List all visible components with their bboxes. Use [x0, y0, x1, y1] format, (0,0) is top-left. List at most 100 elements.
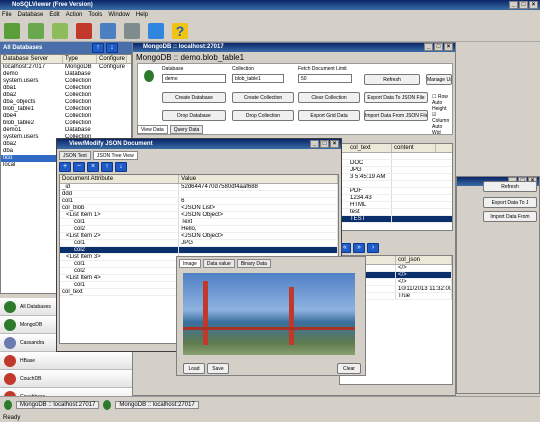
maximize-button[interactable]: □	[519, 1, 528, 9]
tree-row[interactable]: localhost:27017 MongoDB Configure DB	[1, 64, 131, 71]
json-value[interactable]: <JSON Object>	[179, 233, 338, 239]
tree-row-configure[interactable]	[97, 113, 127, 120]
tree-row[interactable]: blob_table2 Collection	[1, 120, 131, 127]
tree-row-configure[interactable]	[97, 78, 127, 85]
json-col-value[interactable]: Value	[179, 175, 338, 183]
json-value[interactable]: 6	[179, 198, 338, 204]
json-tree-row[interactable]: <List Item 2> <JSON Object>	[60, 233, 338, 240]
json-close-button[interactable]: ×	[330, 140, 339, 148]
tab-view-data[interactable]: View Data	[137, 125, 168, 134]
col-header-server[interactable]: Database Server	[1, 55, 63, 63]
tree-row[interactable]: blob_table1 Collection	[1, 106, 131, 113]
tree-row[interactable]: demo Database	[1, 71, 131, 78]
tree-row[interactable]: demo1 Database	[1, 127, 131, 134]
row-auto-height[interactable]: ☐ Row Auto Height	[432, 94, 452, 112]
tree-row-configure[interactable]	[97, 106, 127, 113]
move-down-button[interactable]: ↓	[106, 43, 118, 53]
import-json-button[interactable]: Import Data From JSON File	[364, 110, 428, 121]
export-icon[interactable]	[148, 23, 164, 39]
json-tree-row[interactable]: col2 Hello,	[60, 226, 338, 233]
minimize-button[interactable]: _	[509, 1, 518, 9]
mongo-close-button[interactable]: ×	[444, 43, 453, 51]
menu-window[interactable]: Window	[108, 10, 129, 20]
tree-row-configure[interactable]	[97, 92, 127, 99]
json-tree-row[interactable]: col1 6	[60, 198, 338, 205]
image-clear-button[interactable]: Clear	[337, 363, 361, 374]
json-tree-row[interactable]: col_blob <JSON List>	[60, 205, 338, 212]
menu-tools[interactable]: Tools	[88, 10, 102, 20]
manage-users-button[interactable]: Manage Users	[426, 74, 452, 85]
tree-row-configure[interactable]	[97, 71, 127, 78]
json-tree-row[interactable]: col2	[60, 247, 338, 254]
tab-image[interactable]: Image	[179, 259, 201, 268]
window-tab-2[interactable]: MongoDB :: localhost:27017	[115, 400, 199, 409]
delete-node-button[interactable]: ×	[87, 162, 99, 172]
json-tree-row[interactable]: col1 Text	[60, 219, 338, 226]
create-collection-button[interactable]: Create Collection	[232, 92, 294, 103]
menu-edit[interactable]: Edit	[49, 10, 59, 20]
col-header-configure[interactable]: Configure	[97, 55, 127, 63]
collection-select[interactable]: blob_table1	[232, 74, 284, 83]
tree-row-configure[interactable]	[97, 120, 127, 127]
tab-binary-data[interactable]: Binary Data	[236, 259, 271, 268]
tab-query-data[interactable]: Query Data	[169, 125, 204, 134]
delete-icon[interactable]	[76, 23, 92, 39]
tree-row[interactable]: system.users Collection	[1, 78, 131, 85]
json-max-button[interactable]: □	[320, 140, 329, 148]
menu-help[interactable]: Help	[136, 10, 148, 20]
fetch-limit-input[interactable]: 50	[298, 74, 352, 83]
disconnect-icon[interactable]	[28, 23, 44, 39]
clear-collection-button[interactable]: Clear Collection	[298, 92, 360, 103]
image-load-button[interactable]: Load	[183, 363, 205, 374]
tab-json-text[interactable]: JSON Text	[59, 151, 91, 160]
json-value[interactable]: 52d6447470d7580df4aaf688	[179, 184, 338, 190]
json-value[interactable]	[179, 191, 338, 197]
tab-data-value[interactable]: Data value	[202, 259, 235, 268]
tree-row-configure[interactable]: Configure DB	[97, 64, 127, 71]
help-icon[interactable]: ?	[172, 23, 188, 39]
json-tree-row[interactable]: _id 52d6447470d7580df4aaf688	[60, 184, 338, 191]
close-button[interactable]: ×	[529, 1, 538, 9]
tree-row-configure[interactable]	[97, 127, 127, 134]
json-value[interactable]: Hello,	[179, 226, 338, 232]
right-refresh-button[interactable]: Refresh	[483, 181, 537, 192]
menu-file[interactable]: File	[2, 10, 12, 20]
json-value[interactable]: Text	[179, 219, 338, 225]
zoom-icon[interactable]	[124, 23, 140, 39]
move-up-button[interactable]: ↑	[92, 43, 104, 53]
search-icon[interactable]	[100, 23, 116, 39]
json-tree-row[interactable]: col1 JPG	[60, 240, 338, 247]
json-tree-row[interactable]: ddd	[60, 191, 338, 198]
image-save-button[interactable]: Save	[207, 363, 229, 374]
node-down-button[interactable]: ↓	[115, 162, 127, 172]
menu-database[interactable]: Database	[18, 10, 44, 20]
db-type-item[interactable]: HBase	[0, 352, 132, 370]
add-icon[interactable]	[52, 23, 68, 39]
tree-row-configure[interactable]	[97, 99, 127, 106]
right-export-button[interactable]: Export Data To J	[483, 197, 537, 208]
connect-icon[interactable]	[4, 23, 20, 39]
lower-col-json[interactable]: col_json	[396, 256, 452, 264]
create-database-button[interactable]: Create Database	[162, 92, 226, 103]
window-tab-1[interactable]: MongoDB :: localhost:27017	[16, 400, 100, 409]
tree-row[interactable]: dba2 Collection	[1, 92, 131, 99]
tree-row[interactable]: dba1 Collection	[1, 85, 131, 92]
grid-col-content[interactable]: content	[392, 144, 436, 152]
tree-row[interactable]: dbe4 Collection	[1, 113, 131, 120]
menu-action[interactable]: Action	[66, 10, 83, 20]
drop-collection-button[interactable]: Drop Collection	[232, 110, 294, 121]
json-value[interactable]: JPG	[179, 240, 338, 246]
database-select[interactable]: demo	[162, 74, 226, 83]
json-value[interactable]	[179, 247, 338, 253]
grid-col-text[interactable]: col_text	[348, 144, 392, 152]
tree-row[interactable]: dba_objects Collection	[1, 99, 131, 106]
json-tree-row[interactable]: <List Item 1> <JSON Object>	[60, 212, 338, 219]
node-up-button[interactable]: ↑	[101, 162, 113, 172]
column-auto-width[interactable]: ☑ Column Auto Wid	[432, 112, 452, 136]
json-col-attribute[interactable]: Document Attribute	[60, 175, 180, 183]
json-min-button[interactable]: _	[310, 140, 319, 148]
export-json-button[interactable]: Export Data To JSON File	[364, 92, 428, 103]
drop-database-button[interactable]: Drop Database	[162, 110, 226, 121]
add-node-button[interactable]: +	[59, 162, 71, 172]
export-grid-button[interactable]: Export Grid Data	[298, 110, 360, 121]
